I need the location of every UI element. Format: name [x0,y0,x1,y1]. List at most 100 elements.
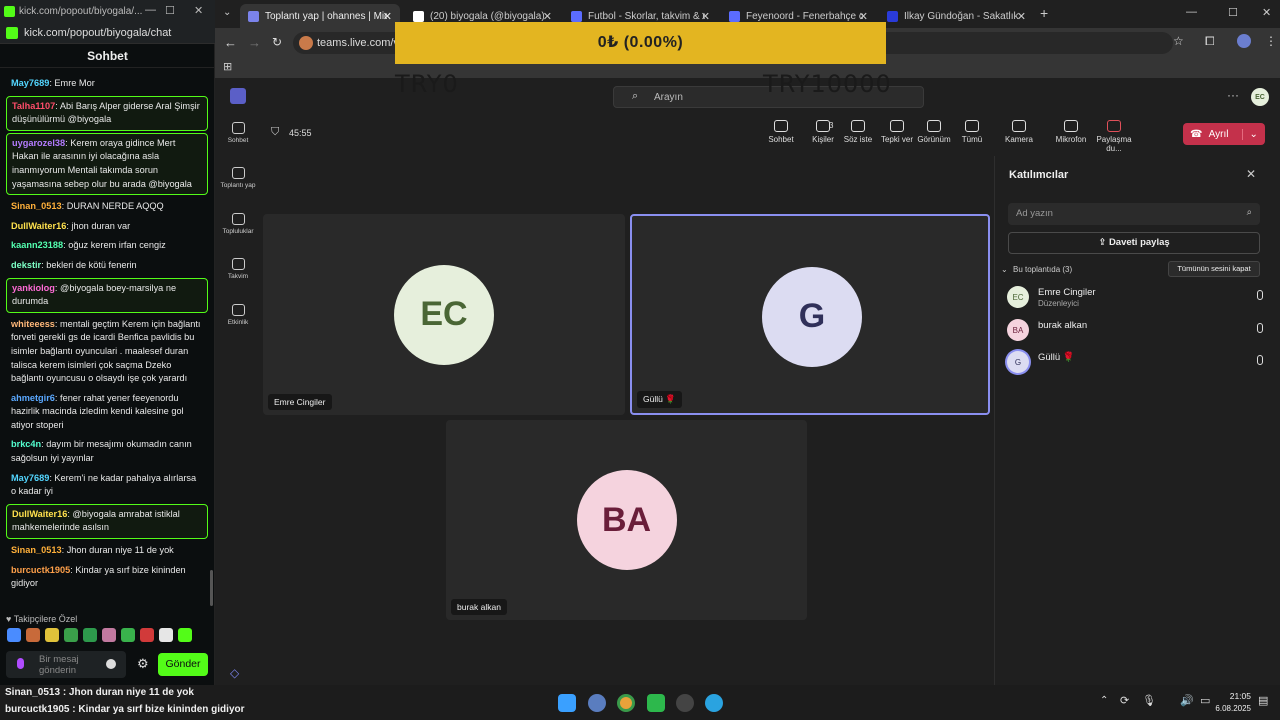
emote-icon[interactable] [102,628,116,642]
chat-username[interactable]: Talha1107 [12,101,55,111]
browser-tab[interactable]: Toplantı yap | ohannes | Mic... ✕ [240,4,400,28]
participant-row[interactable]: EC Emre Cingiler Düzenleyici [1007,286,1269,312]
browser-tab[interactable]: İlkay Gündoğan - Sakatlık geçm...✕ [879,4,1034,28]
reload-icon[interactable]: ↻ [272,35,282,49]
chat-username[interactable]: yankiolog [12,283,55,293]
share-invite-button[interactable]: ⇪ Daveti paylaş [1008,232,1260,254]
mic-icon[interactable]: 🎙 [1142,694,1156,707]
toolbar-share-button[interactable]: Paylaşma du... [1094,120,1134,153]
clock-time[interactable]: 21:05 [1219,691,1251,701]
close-panel-icon[interactable]: ✕ [1246,167,1256,181]
emote-icon[interactable] [7,628,21,642]
back-icon[interactable]: ← [224,35,237,50]
close-tab-icon[interactable]: ✕ [859,10,868,23]
nav-item-chat[interactable]: Sohbet [215,122,261,144]
participant-search-input[interactable]: Ad yazın ⌕ [1008,203,1260,225]
collapse-section-icon[interactable]: ⌄ [1001,265,1008,274]
emote-icon[interactable] [45,628,59,642]
gear-icon[interactable]: ⚙ [137,656,149,672]
emoji-icon[interactable] [106,659,116,669]
sync-icon[interactable]: ⟳ [1120,694,1129,707]
mic-icon[interactable] [1257,355,1263,365]
mic-icon[interactable] [1257,323,1263,333]
chat-message-input[interactable]: Bir mesaj gönderin [6,651,126,678]
nav-item-calendar[interactable]: Takvim [215,258,261,280]
apps-grid-icon[interactable]: ⊞ [223,60,232,73]
toolbar-grid-button[interactable]: Görünüm [914,120,954,144]
emote-icon[interactable] [178,628,192,642]
forward-icon[interactable]: → [248,35,261,50]
chat-username[interactable]: Sinan_0513 [11,201,62,211]
kick-url-bar[interactable]: kick.com/popout/biyogala/chat [0,22,215,44]
mic-icon[interactable] [17,658,24,669]
chat-username[interactable]: May7689 [11,473,49,483]
emote-icon[interactable] [64,628,78,642]
close-tab-icon[interactable]: ✕ [1017,10,1026,23]
chat-username[interactable]: DullWaiter16 [11,221,66,231]
emote-icon[interactable] [83,628,97,642]
app-icon[interactable] [676,694,694,712]
nav-item-community[interactable]: Topluluklar [215,213,261,235]
video-tile[interactable]: EC Emre Cingiler [263,214,625,415]
chat-username[interactable]: DullWaiter16 [12,509,67,519]
close-tab-icon[interactable]: ✕ [701,10,710,23]
volume-icon[interactable]: 🔊 [1180,694,1194,707]
chat-username[interactable]: Sinan_0513 [11,545,62,555]
toolbar-camera-off-button[interactable]: Kamera [999,120,1039,144]
app-icon[interactable] [588,694,606,712]
toolbar-people-button[interactable]: 3 Kişiler [803,120,843,144]
close-tab-icon[interactable]: ✕ [543,10,552,23]
toolbar-more-button[interactable]: Tümü [952,120,992,144]
chat-username[interactable]: ahmetgir6 [11,393,55,403]
toolbar-hand-button[interactable]: Söz iste [838,120,878,144]
toolbar-smile-button[interactable]: Tepki ver [877,120,917,144]
toolbar-chat-button[interactable]: Sohbet [761,120,801,144]
menu-icon[interactable]: ⋮ [1265,34,1277,48]
chat-username[interactable]: burcuctk1905 [11,565,70,575]
emote-icon[interactable] [140,628,154,642]
windows-start-icon[interactable] [558,694,576,712]
send-button[interactable]: Gönder [158,653,208,676]
emote-icon[interactable] [159,628,173,642]
bookmark-star-icon[interactable]: ☆ [1173,34,1184,48]
close-tab-icon[interactable]: ✕ [383,10,392,23]
user-avatar[interactable]: EC [1251,88,1269,106]
telegram-icon[interactable] [705,694,723,712]
emote-icon[interactable] [26,628,40,642]
chrome-icon[interactable] [617,694,635,712]
chat-username[interactable]: May7689 [11,78,49,88]
chat-username[interactable]: kaann23188 [11,240,63,250]
media-player-icon[interactable] [647,694,665,712]
tab-search-icon[interactable]: ⌄ [223,7,231,18]
chat-username[interactable]: uygarozel38 [12,138,65,148]
mic-icon[interactable] [1257,290,1263,300]
chevron-down-icon[interactable]: ⌄ [1242,128,1258,140]
maximize-icon[interactable]: ☐ [165,4,175,17]
more-options-icon[interactable]: ··· [1227,88,1239,102]
maximize-icon[interactable]: ☐ [1228,6,1238,19]
chat-username[interactable]: whiteeess [11,319,55,329]
nav-item-video[interactable]: Toplantı yap [215,167,261,189]
participant-row[interactable]: G Güllü 🌹 [1007,351,1269,377]
extensions-icon[interactable]: ⧠ [1205,34,1215,49]
chat-scrollbar[interactable] [210,570,213,606]
chat-username[interactable]: dekstir [11,260,41,270]
leave-button[interactable]: ☎ Ayrıl ⌄ [1183,123,1265,145]
toolbar-mic-button[interactable]: Mikrofon [1051,120,1091,144]
chat-username[interactable]: brkc4n [11,439,41,449]
minimize-icon[interactable]: — [1186,6,1197,18]
profile-icon[interactable] [1237,34,1251,48]
participant-row[interactable]: BA burak alkan [1007,319,1269,345]
notification-icon[interactable]: ▤ [1258,694,1268,707]
clock-date[interactable]: 6.08.2025 [1207,704,1251,713]
new-tab-icon[interactable]: + [1040,5,1048,21]
video-tile[interactable]: G Güllü 🌹 [630,214,990,415]
nav-item-bell[interactable]: Etkinlik [215,304,261,326]
premium-diamond-icon[interactable]: ◇ [230,666,239,680]
close-icon[interactable]: ✕ [1262,6,1271,19]
tray-chevron-icon[interactable]: ⌃ [1100,695,1108,706]
minimize-icon[interactable]: — [145,4,156,16]
close-icon[interactable]: ✕ [194,4,203,17]
mute-all-button[interactable]: Tümünün sesini kapat [1168,261,1260,277]
video-tile[interactable]: BA burak alkan [446,420,807,620]
